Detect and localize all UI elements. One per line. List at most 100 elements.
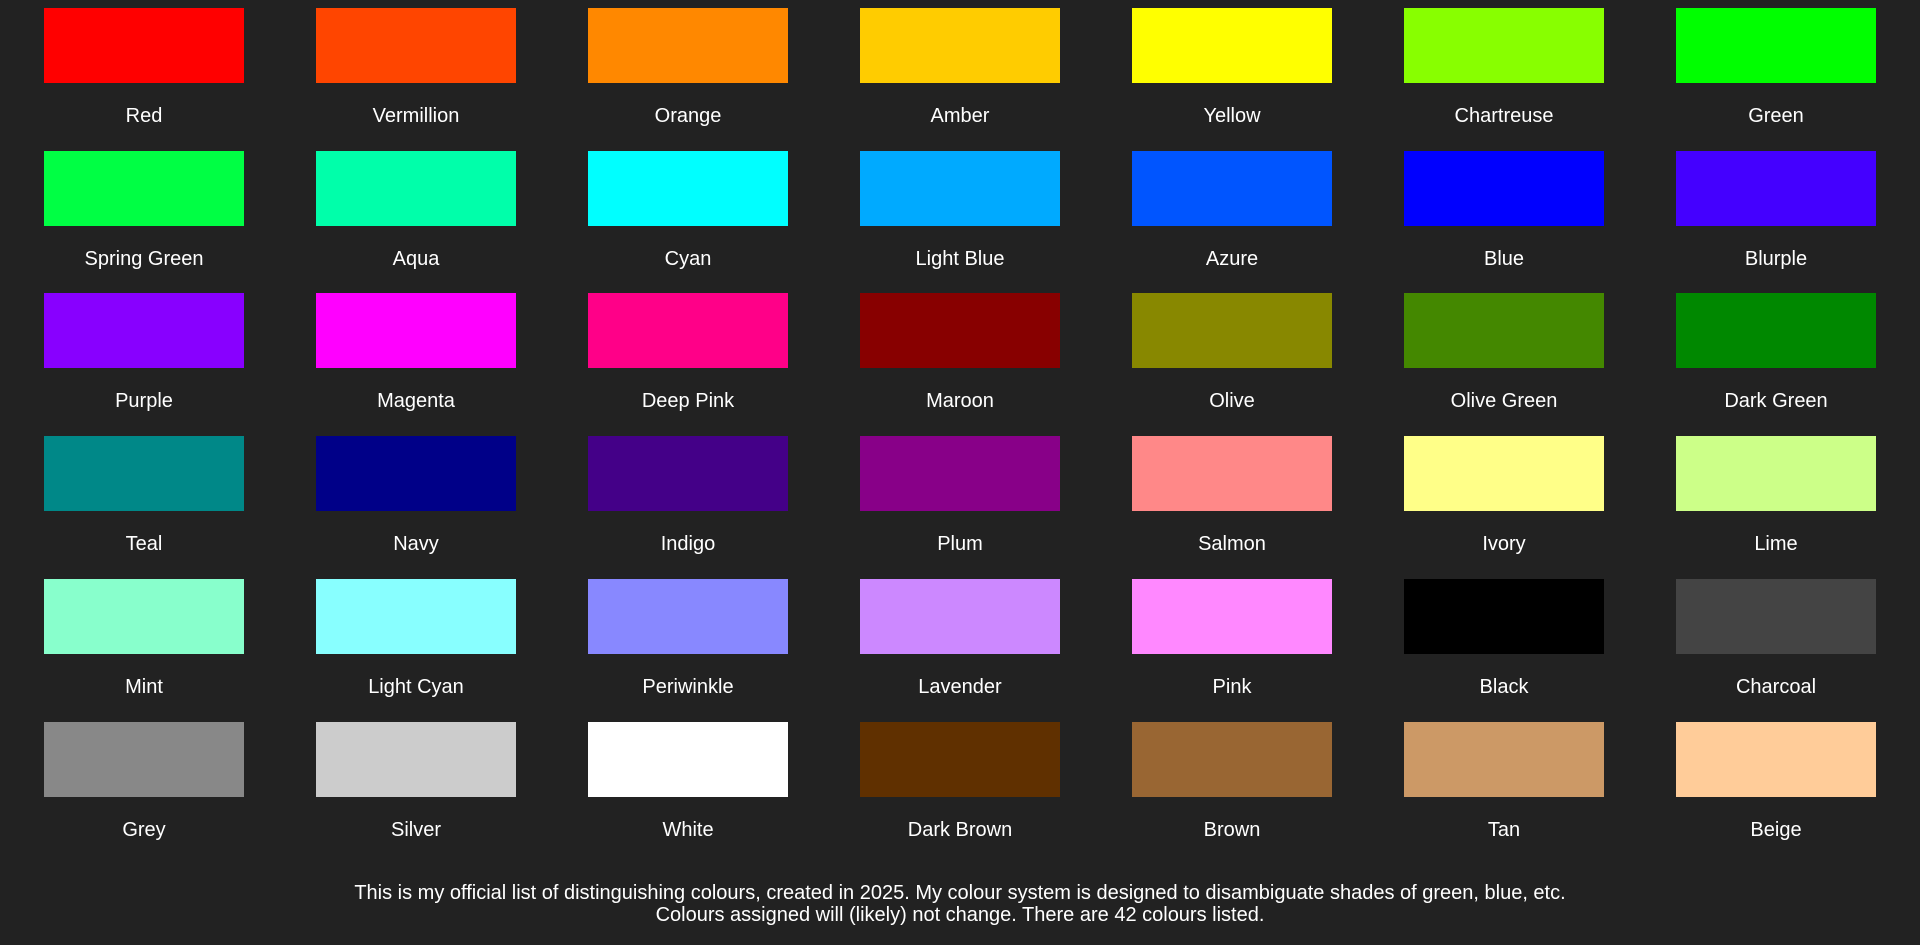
swatch-item-magenta: Magenta — [316, 293, 516, 413]
colour-name-label: Tan — [1487, 818, 1521, 841]
colour-name-label: White — [662, 818, 714, 841]
swatch-item-silver: Silver — [316, 721, 516, 842]
colour-swatch — [44, 578, 244, 654]
colour-name-label: Charcoal — [1735, 675, 1817, 698]
colour-name-label: Yellow — [1203, 105, 1261, 127]
colour-swatch — [1676, 293, 1876, 369]
colour-swatch — [588, 721, 788, 797]
colour-name-label: Ivory — [1482, 533, 1526, 556]
colour-swatch — [44, 8, 244, 83]
colour-name-label: Magenta — [377, 390, 455, 413]
swatch-item-chartreuse: Chartreuse — [1404, 8, 1604, 128]
colour-swatch — [316, 8, 516, 83]
swatch-item-indigo: Indigo — [588, 436, 788, 556]
colour-swatch — [316, 436, 516, 512]
colour-name-label: Spring Green — [84, 247, 204, 270]
colour-swatch — [860, 578, 1060, 654]
swatch-item-olive: Olive — [1132, 293, 1332, 413]
colour-name-label: Dark Green — [1724, 390, 1828, 413]
colour-name-label: Teal — [125, 533, 163, 556]
colour-name-label: Purple — [115, 390, 173, 413]
colour-swatch — [316, 578, 516, 654]
colour-name-label: Vermillion — [372, 105, 460, 127]
swatch-item-ivory: Ivory — [1404, 436, 1604, 556]
colour-swatch — [588, 293, 788, 369]
footer-description: This is my official list of distinguishi… — [0, 882, 1920, 926]
colour-swatch — [1676, 8, 1876, 83]
colour-swatch — [860, 8, 1060, 83]
colour-name-label: Red — [125, 105, 163, 127]
colour-swatch — [1676, 721, 1876, 797]
swatch-item-lime: Lime — [1676, 436, 1876, 556]
footer-line-1: This is my official list of distinguishi… — [354, 882, 1566, 904]
swatch-item-azure: Azure — [1132, 150, 1332, 271]
colour-swatch — [1404, 150, 1604, 226]
colour-swatch — [1404, 721, 1604, 797]
colour-name-label: Amber — [930, 105, 990, 127]
colour-swatch — [1132, 293, 1332, 369]
colour-name-label: Chartreuse — [1454, 105, 1554, 127]
colour-name-label: Deep Pink — [641, 390, 735, 413]
swatch-item-white: White — [588, 721, 788, 842]
swatch-item-vermillion: Vermillion — [316, 8, 516, 128]
colour-swatch — [860, 436, 1060, 512]
swatch-item-mint: Mint — [44, 578, 244, 699]
swatch-item-navy: Navy — [316, 436, 516, 556]
colour-swatch — [860, 721, 1060, 797]
colour-swatch — [44, 293, 244, 369]
colour-name-label: Lime — [1754, 533, 1798, 556]
swatch-item-aqua: Aqua — [316, 150, 516, 271]
colour-swatch — [1676, 436, 1876, 512]
colour-swatch — [860, 150, 1060, 226]
colour-swatch — [1676, 150, 1876, 226]
colour-name-label: Silver — [390, 818, 441, 841]
colour-name-label: Cyan — [664, 247, 712, 270]
colour-swatch — [1132, 721, 1332, 797]
colour-name-label: Light Cyan — [368, 675, 464, 698]
colour-name-label: Light Blue — [915, 247, 1005, 270]
colour-swatch — [1404, 436, 1604, 512]
swatch-item-tan: Tan — [1404, 721, 1604, 842]
swatch-item-olive-green: Olive Green — [1404, 293, 1604, 413]
colour-swatch — [44, 150, 244, 226]
colour-name-label: Brown — [1203, 818, 1261, 841]
colour-name-label: Black — [1479, 675, 1529, 698]
colour-name-label: Indigo — [660, 533, 716, 556]
swatch-item-maroon: Maroon — [860, 293, 1060, 413]
colour-swatch — [588, 578, 788, 654]
colour-name-label: Aqua — [392, 247, 440, 270]
swatch-item-periwinkle: Periwinkle — [588, 578, 788, 699]
swatch-item-purple: Purple — [44, 293, 244, 413]
colour-swatch — [1132, 436, 1332, 512]
swatch-item-dark-brown: Dark Brown — [860, 721, 1060, 842]
swatch-item-teal: Teal — [44, 436, 244, 556]
swatch-item-yellow: Yellow — [1132, 8, 1332, 128]
colour-name-label: Orange — [654, 105, 722, 127]
colour-name-label: Grey — [122, 818, 166, 841]
colour-name-label: Olive Green — [1450, 390, 1558, 413]
colour-name-label: Plum — [937, 533, 983, 556]
swatch-item-deep-pink: Deep Pink — [588, 293, 788, 413]
colour-name-label: Blue — [1483, 247, 1525, 270]
colour-name-label: Blurple — [1744, 247, 1808, 270]
colour-name-label: Salmon — [1198, 533, 1266, 556]
colour-name-label: Navy — [393, 533, 439, 556]
colour-name-label: Olive — [1209, 390, 1255, 413]
swatch-item-cyan: Cyan — [588, 150, 788, 271]
colour-swatch — [588, 150, 788, 226]
colour-swatch — [316, 293, 516, 369]
colour-swatch — [588, 436, 788, 512]
colour-swatch — [1404, 8, 1604, 83]
colour-swatch — [1676, 578, 1876, 654]
swatch-item-brown: Brown — [1132, 721, 1332, 842]
swatch-item-black: Black — [1404, 578, 1604, 699]
colour-name-label: Mint — [125, 675, 163, 698]
colour-swatch — [316, 721, 516, 797]
swatch-item-beige: Beige — [1676, 721, 1876, 842]
swatch-item-blue: Blue — [1404, 150, 1604, 271]
colour-name-label: Dark Brown — [907, 818, 1013, 841]
colour-name-label: Lavender — [918, 675, 1002, 698]
swatch-item-charcoal: Charcoal — [1676, 578, 1876, 699]
swatch-item-lavender: Lavender — [860, 578, 1060, 699]
colour-swatch — [1404, 293, 1604, 369]
